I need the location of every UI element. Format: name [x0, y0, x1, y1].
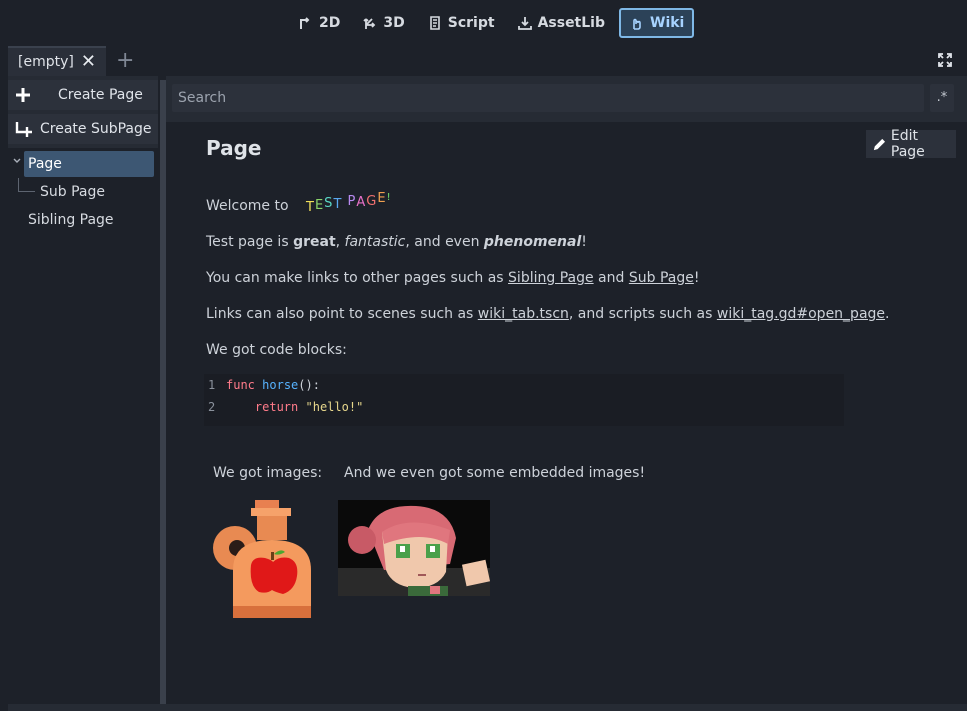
page-tree: Page Sub Page Sibling Page	[8, 148, 158, 704]
pencil-icon	[873, 138, 886, 150]
code-line: 1 func horse():	[208, 378, 320, 392]
script-icon	[429, 16, 440, 30]
workspace-assetlib-label: AssetLib	[537, 15, 605, 31]
code-string: "hello!"	[305, 400, 364, 414]
text: !	[581, 234, 587, 250]
text: .	[885, 306, 890, 322]
workspace-wiki-button[interactable]: Wiki	[619, 8, 695, 38]
link-script[interactable]: wiki_tag.gd#open_page	[717, 306, 885, 322]
workspace-3d-label: 3D	[383, 15, 405, 31]
text: , and even	[405, 234, 484, 250]
character-portrait-image	[338, 500, 490, 596]
code-line: 2 return "hello!"	[208, 400, 363, 414]
code-function: horse	[262, 378, 299, 392]
tab-empty[interactable]: [empty] ✕	[8, 46, 106, 76]
tree-item-label: Sub Page	[40, 184, 105, 200]
paragraph-2: You can make links to other pages such a…	[206, 270, 699, 286]
workspace-wiki-label: Wiki	[650, 15, 685, 31]
paragraph-3: Links can also point to scenes such as w…	[206, 306, 889, 322]
tree-connector	[18, 191, 35, 192]
search-input[interactable]: Search	[172, 84, 924, 112]
edit-page-button[interactable]: Edit Page	[866, 128, 956, 160]
tree-item-label: Sibling Page	[28, 212, 114, 228]
workspace-3d-button[interactable]: 3D	[354, 8, 412, 38]
paragraph-4: We got code blocks:	[206, 342, 347, 358]
welcome-text: Welcome to	[206, 198, 289, 214]
page-title: Page	[206, 136, 262, 160]
create-subpage-label: Create SubPage	[40, 121, 152, 137]
create-page-label: Create Page	[58, 87, 143, 103]
download-icon	[517, 17, 532, 30]
line-number: 1	[208, 378, 216, 392]
workspace-bar: 2D 3D Script AssetLib Wiki	[0, 0, 967, 46]
text: Test page is	[206, 234, 294, 250]
italic-text: fantastic	[344, 234, 406, 250]
code-keyword: return	[254, 400, 299, 414]
text: Links can also point to scenes such as	[206, 306, 478, 322]
wiki-icon	[633, 18, 641, 30]
workspace-script-button[interactable]: Script	[419, 8, 503, 38]
tree-item-label: Page	[28, 156, 62, 172]
2d-icon	[300, 17, 310, 29]
embedded-images-label: And we even got some embedded images!	[344, 465, 646, 481]
paragraph-1: Test page is great, fantastic, and even …	[206, 234, 587, 250]
text: !	[693, 270, 700, 286]
chevron-down-icon[interactable]	[12, 156, 22, 166]
plus-icon[interactable]: +	[116, 48, 134, 74]
link-sub-page[interactable]: Sub Page	[629, 270, 694, 286]
code-block: 1 func horse(): 2 return "hello!"	[204, 374, 844, 426]
tree-connector	[18, 178, 19, 192]
text: You can make links to other pages such a…	[206, 270, 509, 286]
line-number: 2	[208, 400, 216, 414]
bold-italic-text: phenomenal	[483, 234, 582, 250]
workspace-2d-label: 2D	[319, 15, 341, 31]
code-text: ():	[298, 378, 320, 392]
tree-item-sub-page[interactable]: Sub Page	[40, 179, 105, 205]
link-scene[interactable]: wiki_tab.tscn	[478, 306, 569, 322]
tab-label: [empty]	[18, 54, 74, 70]
page-view: Page Edit Page Welcome to TEST PAGE! Tes…	[166, 122, 967, 704]
text: and	[593, 270, 629, 286]
workspace-buttons: 2D 3D Script AssetLib Wiki	[290, 8, 695, 38]
wiki-sidebar: Create Page Create SubPage Page Sub Page…	[8, 76, 158, 704]
workspace-script-label: Script	[447, 15, 495, 31]
text: ,	[335, 234, 345, 250]
tree-item-page[interactable]: Page	[24, 151, 154, 177]
images-label: We got images:	[213, 465, 323, 481]
link-sibling-page[interactable]: Sibling Page	[508, 270, 594, 286]
workspace-assetlib-button[interactable]: AssetLib	[509, 8, 613, 38]
tree-item-sibling-page[interactable]: Sibling Page	[28, 207, 114, 233]
edit-page-label: Edit Page	[890, 128, 925, 160]
close-icon[interactable]: ✕	[81, 53, 96, 71]
bold-text: great	[293, 234, 336, 250]
create-page-button[interactable]: Create Page	[8, 80, 158, 110]
code-keyword: func	[226, 378, 255, 392]
scene-tab-bar: [empty] ✕ +	[8, 46, 967, 76]
regex-toggle-button[interactable]: .*	[930, 84, 954, 112]
workspace-2d-button[interactable]: 2D	[290, 8, 348, 38]
text: , and scripts such as	[568, 306, 717, 322]
potion-bottle-image	[213, 500, 311, 618]
fancy-test-page-text: TEST PAGE!	[306, 191, 392, 215]
3d-icon	[363, 18, 376, 29]
create-subpage-button[interactable]: Create SubPage	[8, 114, 158, 144]
fullscreen-icon[interactable]	[937, 52, 953, 68]
plus-icon	[16, 88, 30, 102]
add-child-icon	[15, 122, 32, 137]
